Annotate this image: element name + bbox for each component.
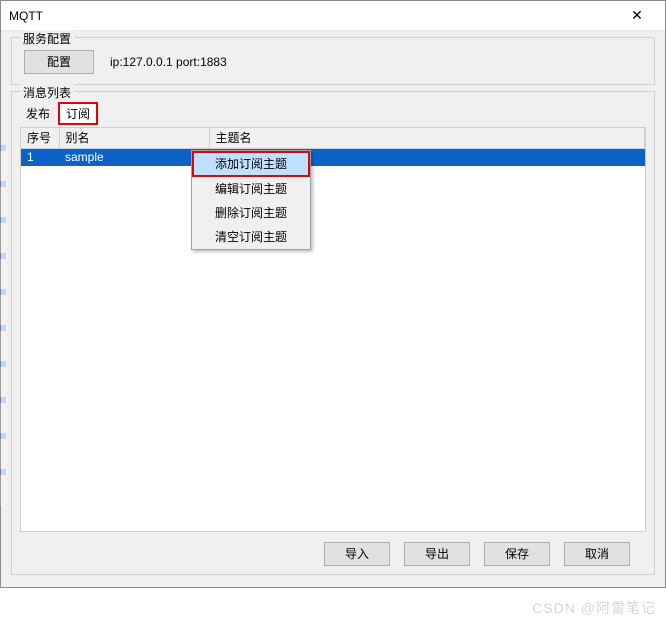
close-icon[interactable]: ✕ <box>617 7 657 24</box>
menu-delete-topic[interactable]: 删除订阅主题 <box>192 201 310 225</box>
message-list-legend: 消息列表 <box>20 84 74 101</box>
col-alias[interactable]: 别名 <box>59 128 209 148</box>
subscribe-panel: 序号 别名 主题名 1 sample 添加订阅主题 <box>20 127 646 532</box>
topic-table: 序号 别名 主题名 1 sample <box>21 128 645 166</box>
cell-seq: 1 <box>21 148 59 166</box>
cancel-button[interactable]: 取消 <box>564 542 630 566</box>
cell-alias: sample <box>59 148 209 166</box>
import-button[interactable]: 导入 <box>324 542 390 566</box>
service-config-legend: 服务配置 <box>20 30 74 47</box>
window-title: MQTT <box>9 9 617 23</box>
watermark: CSDN @阿雷笔记 <box>532 598 656 618</box>
context-menu: 添加订阅主题 编辑订阅主题 删除订阅主题 清空订阅主题 <box>191 150 311 250</box>
message-list-group: 消息列表 发布 订阅 序号 别名 主题名 <box>11 91 655 575</box>
menu-clear-topic[interactable]: 清空订阅主题 <box>192 225 310 249</box>
footer-buttons: 导入 导出 保存 取消 <box>20 532 646 566</box>
menu-edit-topic[interactable]: 编辑订阅主题 <box>192 177 310 201</box>
service-config-group: 服务配置 配置 ip:127.0.0.1 port:1883 <box>11 37 655 85</box>
table-row[interactable]: 1 sample <box>21 148 645 166</box>
col-seq[interactable]: 序号 <box>21 128 59 148</box>
content-area: 服务配置 配置 ip:127.0.0.1 port:1883 消息列表 发布 订… <box>1 31 665 587</box>
decorative-strip <box>0 145 6 505</box>
mqtt-dialog: MQTT ✕ 服务配置 配置 ip:127.0.0.1 port:1883 消息… <box>0 0 666 588</box>
export-button[interactable]: 导出 <box>404 542 470 566</box>
tab-publish[interactable]: 发布 <box>24 103 52 124</box>
tabs: 发布 订阅 <box>20 98 646 125</box>
titlebar: MQTT ✕ <box>1 1 665 31</box>
col-topic[interactable]: 主题名 <box>209 128 645 148</box>
config-button[interactable]: 配置 <box>24 50 94 74</box>
save-button[interactable]: 保存 <box>484 542 550 566</box>
menu-add-topic[interactable]: 添加订阅主题 <box>192 151 310 177</box>
tab-subscribe[interactable]: 订阅 <box>58 102 98 125</box>
ip-port-label: ip:127.0.0.1 port:1883 <box>110 55 227 69</box>
